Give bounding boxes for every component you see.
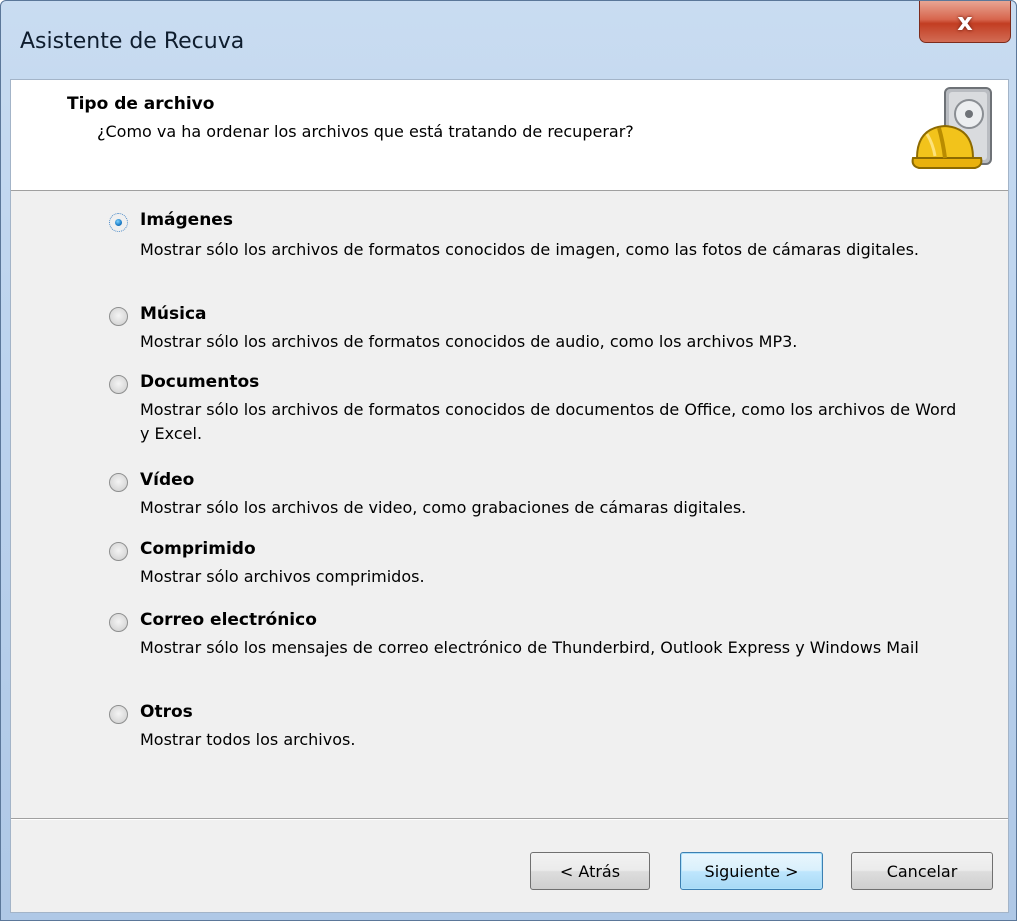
wizard-window: Asistente de Recuva x Tipo de archivo ¿C… (0, 0, 1017, 921)
close-icon: x (957, 7, 973, 36)
option-label[interactable]: Otros (140, 702, 193, 722)
option-description: Mostrar sólo los mensajes de correo elec… (140, 638, 919, 657)
option-label[interactable]: Correo electrónico (140, 610, 317, 630)
option-description: Mostrar todos los archivos. (140, 730, 356, 749)
radio-video[interactable] (109, 473, 128, 492)
radio-documentos[interactable] (109, 375, 128, 394)
radio-musica[interactable] (109, 307, 128, 326)
close-button[interactable]: x (919, 1, 1011, 43)
page-subtitle: ¿Como va ha ordenar los archivos que est… (97, 122, 634, 141)
option-description: Mostrar sólo los archivos de formatos co… (140, 332, 798, 351)
option-description: Mostrar sólo los archivos de video, como… (140, 498, 747, 517)
option-label[interactable]: Imágenes (140, 210, 233, 230)
next-button[interactable]: Siguiente > (680, 852, 823, 890)
option-description: Mostrar sólo los archivos de formatos co… (140, 240, 919, 259)
option-label[interactable]: Música (140, 304, 207, 324)
option-label[interactable]: Documentos (140, 372, 259, 392)
radio-imagenes[interactable] (109, 213, 128, 232)
hard-drive-hardhat-icon (911, 87, 992, 169)
back-button[interactable]: < Atrás (530, 852, 650, 890)
wizard-body: Tipo de archivo ¿Como va ha ordenar los … (10, 79, 1009, 913)
radio-correo[interactable] (109, 613, 128, 632)
window-title: Asistente de Recuva (20, 29, 245, 54)
title-bar[interactable]: Asistente de Recuva x (1, 1, 1016, 79)
option-label[interactable]: Vídeo (140, 470, 194, 490)
option-description: Mostrar sólo los archivos de formatos co… (140, 400, 957, 443)
radio-comprimido[interactable] (109, 542, 128, 561)
wizard-header: Tipo de archivo ¿Como va ha ordenar los … (11, 80, 1008, 191)
cancel-button[interactable]: Cancelar (851, 852, 993, 890)
radio-otros[interactable] (109, 705, 128, 724)
option-label[interactable]: Comprimido (140, 539, 256, 559)
page-title: Tipo de archivo (67, 94, 215, 114)
footer-divider (11, 818, 1008, 820)
option-description: Mostrar sólo archivos comprimidos. (140, 567, 425, 586)
